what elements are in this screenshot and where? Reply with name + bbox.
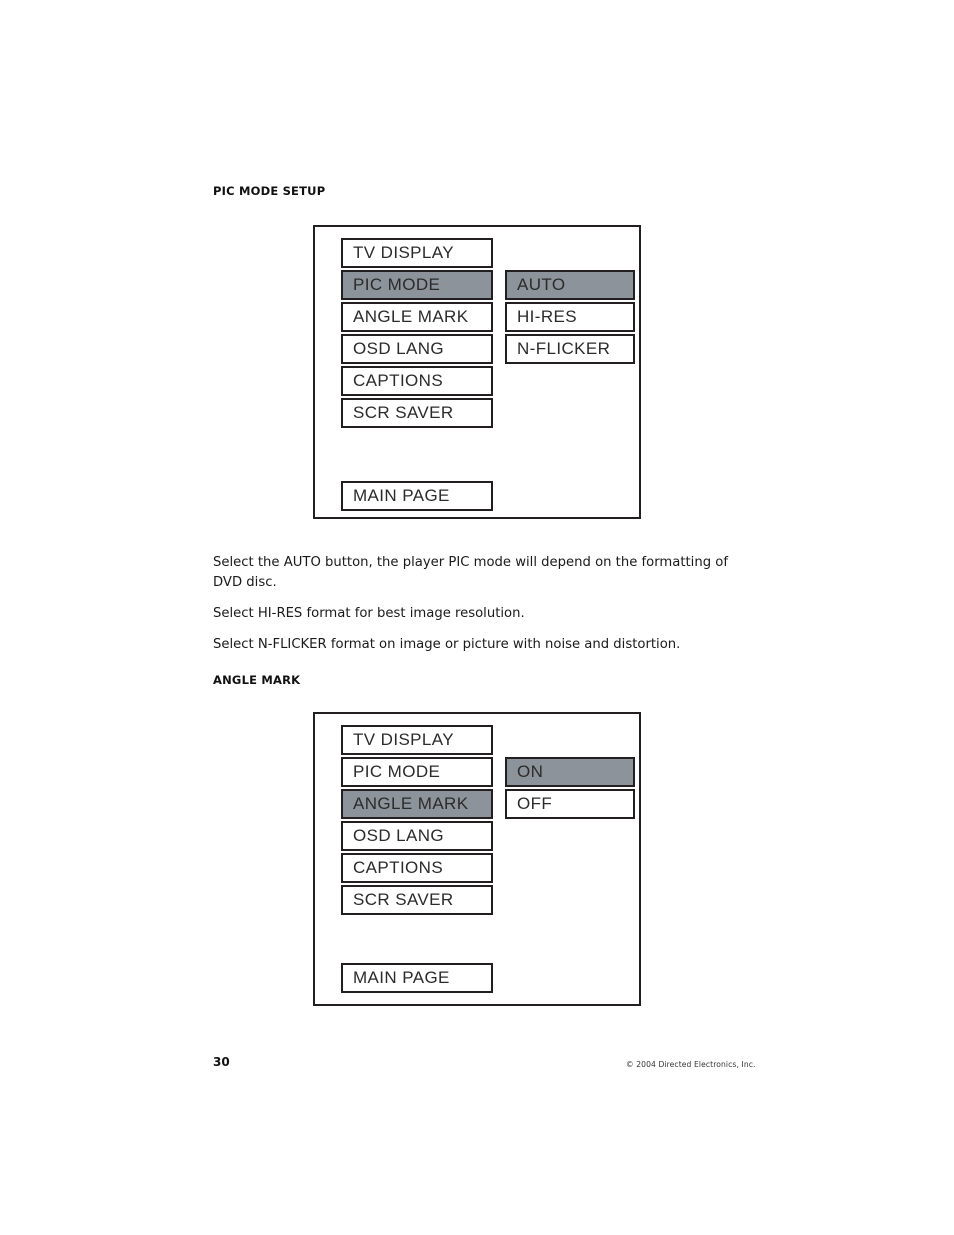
osd-option-on[interactable]: ON xyxy=(505,757,635,787)
osd-menu-item-pic-mode[interactable]: PIC MODE xyxy=(341,270,493,300)
osd-menu-item-tv-display[interactable]: TV DISPLAY xyxy=(341,238,493,268)
osd-menu-item-tv-display[interactable]: TV DISPLAY xyxy=(341,725,493,755)
osd-screen-angle-mark: TV DISPLAY PIC MODE ANGLE MARK OSD LANG … xyxy=(313,712,641,1006)
section-heading-pic-mode-setup: PIC MODE SETUP xyxy=(213,184,326,198)
page-number: 30 xyxy=(213,1055,230,1069)
osd-menu-item-angle-mark[interactable]: ANGLE MARK xyxy=(341,789,493,819)
osd-menu-item-scr-saver[interactable]: SCR SAVER xyxy=(341,398,493,428)
osd-menu-column-pic-mode: TV DISPLAY PIC MODE ANGLE MARK OSD LANG … xyxy=(341,238,493,428)
osd-menu-item-captions[interactable]: CAPTIONS xyxy=(341,853,493,883)
osd-options-column-angle-mark: ON OFF xyxy=(505,757,635,819)
paragraph-auto-description: Select the AUTO button, the player PIC m… xyxy=(213,555,728,590)
osd-main-page-button[interactable]: MAIN PAGE xyxy=(341,481,493,511)
osd-options-column-pic-mode: AUTO HI-RES N-FLICKER xyxy=(505,270,635,364)
osd-menu-item-pic-mode[interactable]: PIC MODE xyxy=(341,757,493,787)
osd-menu-item-scr-saver[interactable]: SCR SAVER xyxy=(341,885,493,915)
osd-menu-item-osd-lang[interactable]: OSD LANG xyxy=(341,334,493,364)
osd-option-off[interactable]: OFF xyxy=(505,789,635,819)
copyright-notice: © 2004 Directed Electronics, Inc. xyxy=(626,1060,756,1069)
paragraph-n-flicker-description: Select N-FLICKER format on image or pict… xyxy=(213,637,681,652)
osd-option-n-flicker[interactable]: N-FLICKER xyxy=(505,334,635,364)
osd-menu-item-captions[interactable]: CAPTIONS xyxy=(341,366,493,396)
osd-option-hi-res[interactable]: HI-RES xyxy=(505,302,635,332)
osd-menu-item-osd-lang[interactable]: OSD LANG xyxy=(341,821,493,851)
osd-screen-pic-mode: TV DISPLAY PIC MODE ANGLE MARK OSD LANG … xyxy=(313,225,641,519)
section-heading-angle-mark: ANGLE MARK xyxy=(213,673,301,687)
osd-menu-item-angle-mark[interactable]: ANGLE MARK xyxy=(341,302,493,332)
osd-main-page-button[interactable]: MAIN PAGE xyxy=(341,963,493,993)
osd-menu-column-angle-mark: TV DISPLAY PIC MODE ANGLE MARK OSD LANG … xyxy=(341,725,493,915)
paragraph-hi-res-description: Select HI-RES format for best image reso… xyxy=(213,606,525,621)
osd-option-auto[interactable]: AUTO xyxy=(505,270,635,300)
